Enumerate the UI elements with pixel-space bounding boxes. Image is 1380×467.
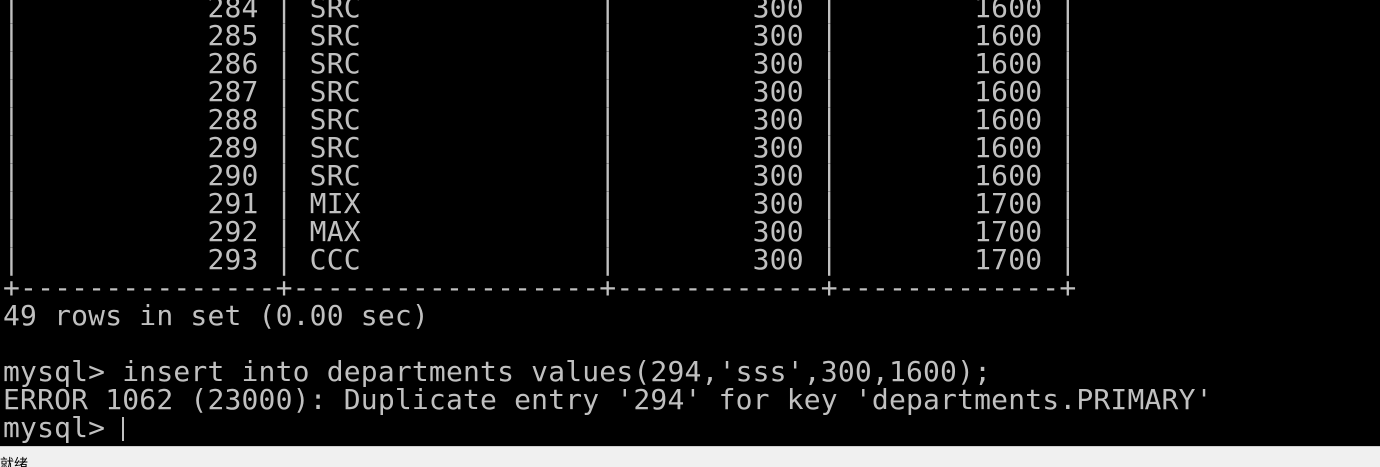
prompt: mysql>	[3, 411, 123, 444]
table-row: | 291 | MIX | 300 | 1700 |	[3, 187, 1077, 220]
error-message: ERROR 1062 (23000): Duplicate entry '294…	[3, 383, 1213, 416]
table-row: | 286 | SRC | 300 | 1600 |	[3, 47, 1077, 80]
rows-summary: 49 rows in set (0.00 sec)	[3, 299, 429, 332]
text-cursor	[122, 417, 125, 441]
table-row: | 288 | SRC | 300 | 1600 |	[3, 103, 1077, 136]
table-row: | 290 | SRC | 300 | 1600 |	[3, 159, 1077, 192]
table-border: +---------------+------------------+----…	[3, 271, 1077, 304]
table-row: | 285 | SRC | 300 | 1600 |	[3, 19, 1077, 52]
terminal-window[interactable]: | 284 | SRC | 300 | 1600 | | 285 | SRC |…	[0, 0, 1380, 446]
status-bar: 就绪	[0, 446, 1380, 467]
prompt-line[interactable]: mysql>	[3, 411, 125, 444]
table-row: | 292 | MAX | 300 | 1700 |	[3, 215, 1077, 248]
command-line: mysql> insert into departments values(29…	[3, 355, 992, 388]
table-row: | 287 | SRC | 300 | 1600 |	[3, 75, 1077, 108]
table-row: | 289 | SRC | 300 | 1600 |	[3, 131, 1077, 164]
table-row: | 293 | CCC | 300 | 1700 |	[3, 243, 1077, 276]
